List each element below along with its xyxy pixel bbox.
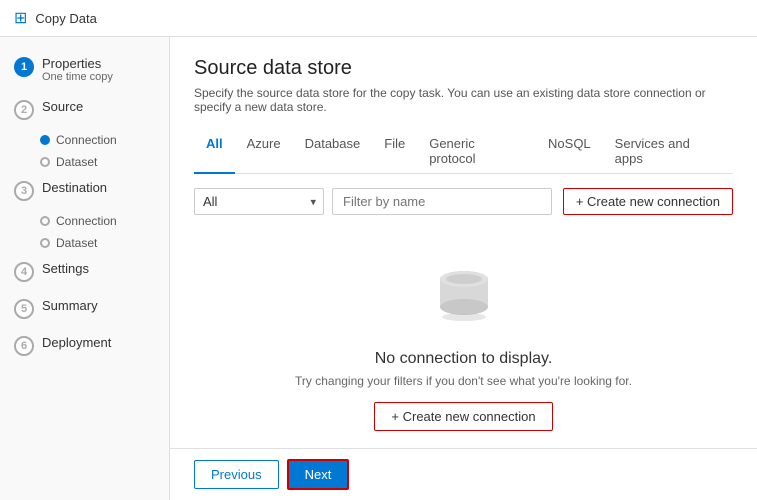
empty-state-title: No connection to display.: [375, 350, 553, 368]
source-dataset-item[interactable]: Dataset: [40, 153, 169, 171]
destination-sub-items: Connection Dataset: [0, 212, 169, 252]
filter-select-wrapper: All Azure Database File Generic protocol…: [194, 188, 324, 215]
tab-all[interactable]: All: [194, 130, 235, 174]
step-num-4: 4: [14, 262, 34, 282]
empty-state-desc: Try changing your filters if you don't s…: [295, 374, 632, 388]
source-connection-label: Connection: [56, 133, 117, 147]
destination-connection-dot: [40, 216, 50, 226]
sidebar-item-source[interactable]: 2 Source: [0, 92, 169, 127]
next-button[interactable]: Next: [287, 459, 350, 490]
sidebar-label-deployment: Deployment: [42, 335, 111, 350]
sidebar-item-deployment[interactable]: 6 Deployment: [0, 328, 169, 363]
source-dataset-label: Dataset: [56, 155, 97, 169]
step-num-2: 2: [14, 100, 34, 120]
tab-azure[interactable]: Azure: [235, 130, 293, 174]
tab-nosql[interactable]: NoSQL: [536, 130, 603, 174]
step-num-6: 6: [14, 336, 34, 356]
tab-file[interactable]: File: [372, 130, 417, 174]
step-num-5: 5: [14, 299, 34, 319]
tab-generic-protocol[interactable]: Generic protocol: [417, 130, 536, 174]
sidebar-label-destination: Destination: [42, 180, 107, 195]
source-connection-dot: [40, 135, 50, 145]
app-icon: ⊞: [14, 8, 27, 28]
sidebar: 1 Properties One time copy 2 Source Conn…: [0, 37, 170, 500]
sidebar-sublabel-properties: One time copy: [42, 71, 113, 83]
sidebar-label-settings: Settings: [42, 261, 89, 276]
filter-row: All Azure Database File Generic protocol…: [194, 188, 733, 215]
destination-connection-label: Connection: [56, 214, 117, 228]
destination-connection-item[interactable]: Connection: [40, 212, 169, 230]
filter-input[interactable]: [332, 188, 552, 215]
database-icon: [424, 255, 504, 338]
source-connection-item[interactable]: Connection: [40, 131, 169, 149]
page-title: Source data store: [194, 57, 733, 80]
sidebar-label-summary: Summary: [42, 298, 98, 313]
step-num-1: 1: [14, 57, 34, 77]
content-area: Source data store Specify the source dat…: [170, 37, 757, 500]
destination-dataset-item[interactable]: Dataset: [40, 234, 169, 252]
create-connection-button-center[interactable]: + Create new connection: [374, 402, 552, 431]
previous-button[interactable]: Previous: [194, 460, 279, 489]
content-body: Source data store Specify the source dat…: [170, 37, 757, 448]
sidebar-item-properties[interactable]: 1 Properties One time copy: [0, 49, 169, 90]
step-num-3: 3: [14, 181, 34, 201]
tab-database[interactable]: Database: [293, 130, 373, 174]
sidebar-item-settings[interactable]: 4 Settings: [0, 254, 169, 289]
destination-dataset-label: Dataset: [56, 236, 97, 250]
tab-services-and-apps[interactable]: Services and apps: [603, 130, 733, 174]
main-layout: 1 Properties One time copy 2 Source Conn…: [0, 37, 757, 500]
sidebar-label-source: Source: [42, 99, 83, 114]
sidebar-item-summary[interactable]: 5 Summary: [0, 291, 169, 326]
tabs-bar: All Azure Database File Generic protocol…: [194, 130, 733, 174]
source-sub-items: Connection Dataset: [0, 131, 169, 171]
sidebar-item-destination[interactable]: 3 Destination: [0, 173, 169, 208]
content-footer: Previous Next: [170, 448, 757, 500]
source-dataset-dot: [40, 157, 50, 167]
app-title: Copy Data: [35, 11, 96, 26]
empty-state: No connection to display. Try changing y…: [194, 235, 733, 441]
page-description: Specify the source data store for the co…: [194, 86, 733, 114]
sidebar-label-properties: Properties: [42, 56, 113, 71]
create-connection-button-top[interactable]: + Create new connection: [563, 188, 733, 215]
top-bar: ⊞ Copy Data: [0, 0, 757, 37]
destination-dataset-dot: [40, 238, 50, 248]
filter-dropdown[interactable]: All Azure Database File Generic protocol…: [194, 188, 324, 215]
